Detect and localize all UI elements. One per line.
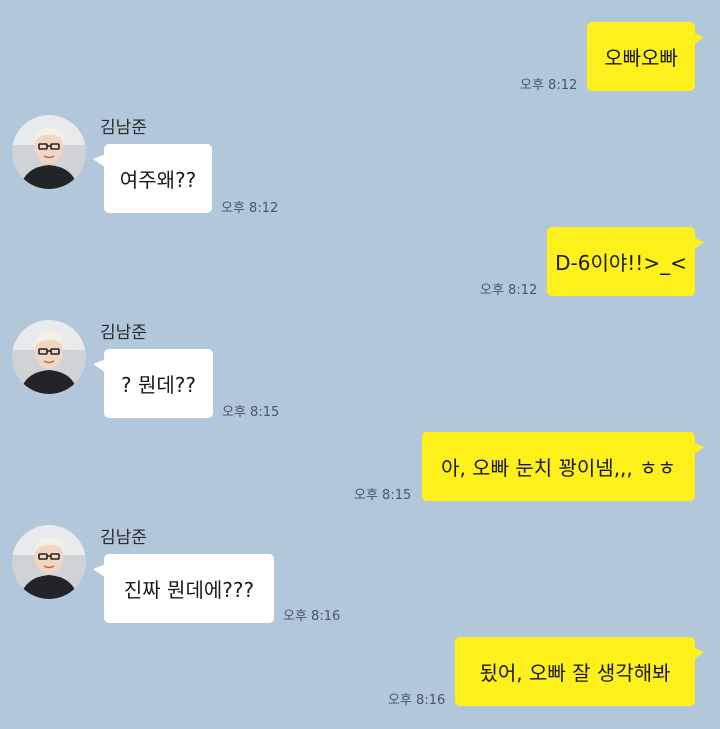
profile-photo-icon: [12, 320, 86, 394]
sender-name: 김남준: [100, 528, 147, 548]
chat-screen: { "colors": { "background": "#b2c7d9", "…: [0, 0, 720, 729]
outgoing-message-bubble[interactable]: 오빠오빠: [587, 22, 704, 91]
incoming-message-bubble[interactable]: 진짜 뭔데에???: [93, 554, 274, 623]
message-timestamp: 오후 8:15: [354, 488, 412, 503]
message-text: D-6이야!!>_<: [555, 251, 687, 275]
message-text: 아, 오빠 눈치 꽝이넴,,, ㅎㅎ: [441, 456, 676, 480]
message-text: 진짜 뭔데에???: [123, 578, 255, 602]
sender-name: 김남준: [100, 118, 147, 138]
sender-name: 김남준: [100, 323, 147, 343]
message-timestamp: 오후 8:12: [520, 78, 578, 93]
message-timestamp: 오후 8:12: [480, 283, 538, 298]
message-text: 오빠오빠: [604, 46, 678, 70]
profile-photo-icon: [12, 115, 86, 189]
message-timestamp: 오후 8:16: [283, 609, 341, 624]
message-timestamp: 오후 8:15: [222, 405, 280, 420]
message-timestamp: 오후 8:12: [221, 201, 279, 216]
outgoing-message-bubble[interactable]: 아, 오빠 눈치 꽝이넴,,, ㅎㅎ: [422, 432, 704, 501]
message-text: ? 뭔데??: [120, 373, 196, 397]
avatar[interactable]: [12, 320, 86, 394]
message-text: 됬어, 오빠 잘 생각해봐: [479, 661, 671, 685]
avatar[interactable]: [12, 525, 86, 599]
message-text: 여주왜??: [119, 168, 197, 192]
incoming-message-bubble[interactable]: ? 뭔데??: [93, 349, 213, 418]
message-timestamp: 오후 8:16: [388, 693, 446, 708]
outgoing-message-bubble[interactable]: 됬어, 오빠 잘 생각해봐: [455, 637, 704, 706]
avatar[interactable]: [12, 115, 86, 189]
outgoing-message-bubble[interactable]: D-6이야!!>_<: [547, 227, 704, 296]
incoming-message-bubble[interactable]: 여주왜??: [93, 144, 212, 213]
profile-photo-icon: [12, 525, 86, 599]
